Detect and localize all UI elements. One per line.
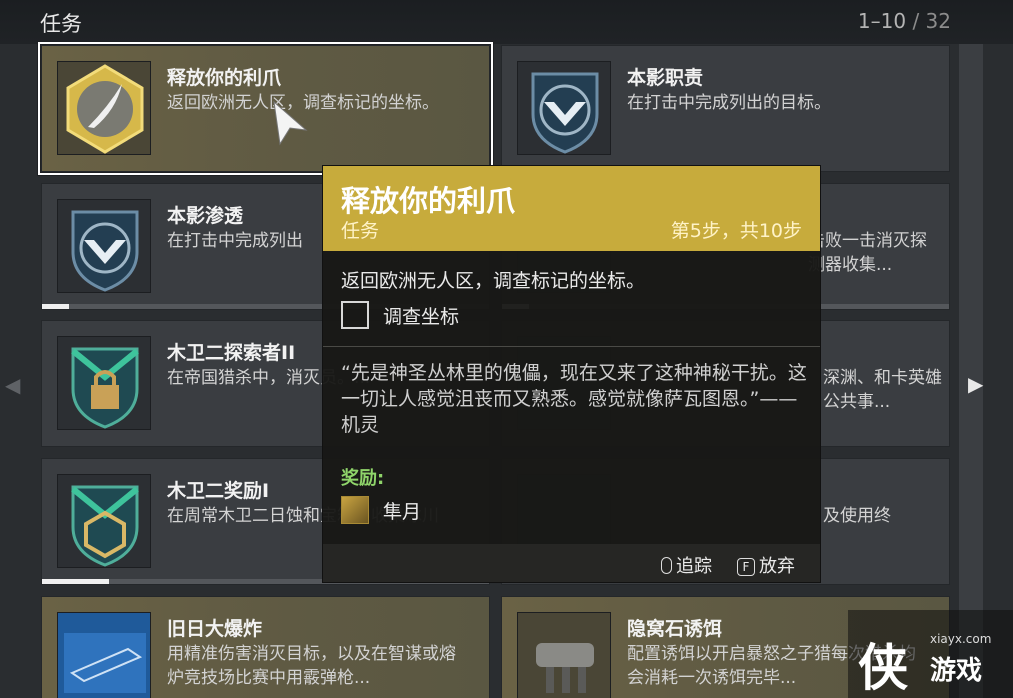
top-bar: 任务 1–10 / 32 [0,0,1013,44]
quest-tooltip: 释放你的利爪 任务 第5步，共10步 返回欧洲无人区，调查标记的坐标。 调查坐标… [322,165,821,583]
quest-desc: 返回欧洲无人区，调查标记的坐标。 [167,93,439,113]
quest-name: 旧日大爆炸 [167,618,263,640]
tooltip-type: 任务 [341,220,380,242]
quest-name: 释放你的利爪 [167,67,282,89]
quest-name: 木卫二奖励I [167,480,270,502]
quest-name: 隐窝石诱饵 [627,618,723,640]
scrollbar[interactable] [959,44,983,698]
rewards-label: 奖励: [341,468,385,489]
quest-card-old-boom[interactable]: 旧日大爆炸 用精准伤害消灭目标，以及在智谋或熔炉竞技场比赛中用霰弹枪... [41,596,490,698]
watermark-brand: 游戏 [930,656,983,686]
divider [323,346,820,347]
page-title: 任务 [40,12,82,36]
europa-cube-icon [57,474,151,568]
blueprint-icon [57,612,151,698]
grenade-launcher-icon [517,612,611,698]
abandon-action[interactable]: F 放弃 [737,552,795,578]
quest-desc: 在打击中完成列出的目标。 [627,93,831,113]
mouse-icon [661,557,672,574]
quest-name: 本影职责 [627,67,704,89]
objective-checkbox [341,301,369,329]
objective-label: 调查坐标 [383,306,460,328]
track-action[interactable]: 追踪 [661,552,712,578]
watermark-site: xiayx.com [930,632,992,646]
silver-feather-icon [57,61,151,155]
tooltip-title: 释放你的利爪 [341,184,516,218]
watermark: 侠 xiayx.com 游戏 [848,610,1013,698]
lore-text: “先是神圣丛林里的傀儡，现在又来了这种神秘干扰。这一切让人感觉沮丧而又熟悉。感觉… [341,362,807,436]
quest-card-release-talons[interactable]: 释放你的利爪 返回欧洲无人区，调查标记的坐标。 [38,42,493,175]
hand-cannon-icon [341,496,369,524]
tooltip-header: 释放你的利爪 任务 第5步，共10步 [323,166,820,251]
tooltip-footer: 追踪 F 放弃 [323,544,820,582]
quest-desc: 深渊、和卡英雄公共事... [823,368,942,412]
watermark-glyph: 侠 [858,639,908,697]
f-key-icon: F [737,558,755,576]
quest-desc: 用精准伤害消灭目标，以及在智谋或熔炉竞技场比赛中用霰弹枪... [167,644,456,688]
quest-desc: 击败一击消灭探测器收集... [808,231,927,275]
prev-page-arrow-icon[interactable]: ◀ [5,373,20,397]
page-counter: 1–10 / 32 [857,9,951,33]
vanguard-emblem-icon [57,199,151,293]
quest-card-umbral-duty[interactable]: 本影职责 在打击中完成列出的目标。 [501,45,950,172]
europa-lock-icon [57,336,151,430]
reward-name: 隼月 [383,501,422,523]
vanguard-emblem-icon [517,61,611,155]
tooltip-description: 返回欧洲无人区，调查标记的坐标。 [341,270,646,292]
tooltip-step: 第5步，共10步 [670,220,802,242]
next-page-arrow-icon[interactable]: ▶ [968,372,983,396]
quest-desc: 及使用终 [823,506,891,526]
mouse-cursor-icon [272,100,308,150]
quest-name: 本影渗透 [167,205,244,227]
quest-name: 木卫二探索者II [167,342,296,364]
